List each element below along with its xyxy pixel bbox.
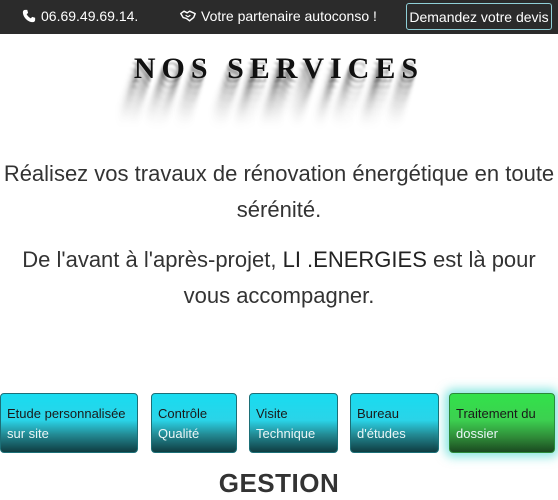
section-title-wrap: NOS SERVICES NOS SERVICES (0, 50, 558, 140)
service-controle-button[interactable]: Contrôle Qualité (151, 393, 237, 453)
service-visite-button[interactable]: Visite Technique (249, 393, 338, 453)
service-bureau-button[interactable]: Bureau d'études (350, 393, 439, 453)
service-label: Visite (256, 406, 288, 421)
gestion-heading: GESTION (218, 468, 340, 498)
service-label-2: dossier (456, 426, 498, 441)
section-title: NOS SERVICES (133, 52, 425, 85)
service-etude-button[interactable]: Etude personnalisée sur site (0, 393, 138, 453)
support-paragraph: De l'avant à l'après-projet, LI .ENERGIE… (0, 242, 558, 314)
service-label: Contrôle (158, 406, 208, 421)
service-label: Etude personnalisée (7, 406, 126, 421)
phone-icon (22, 9, 36, 23)
service-label-2: d'études (357, 426, 406, 441)
support-suffix: est là pour (433, 247, 536, 272)
brand-name: LI .ENERGIES (282, 247, 427, 272)
support-line-1: De l'avant à l'après-projet, LI .ENERGIE… (0, 242, 558, 278)
service-label-2: sur site (7, 426, 49, 441)
services-row: Etude personnalisée sur site Contrôle Qu… (0, 393, 558, 453)
service-label-2: Technique (256, 426, 316, 441)
tagline: Votre partenaire autoconso ! (180, 8, 377, 24)
top-bar: 06.69.49.69.14. Votre partenaire autocon… (0, 0, 558, 34)
request-quote-button[interactable]: Demandez votre devis (406, 3, 552, 30)
support-prefix: De l'avant à l'après-projet, (22, 247, 277, 272)
tagline-text: Votre partenaire autoconso ! (201, 8, 377, 24)
support-line-2: vous accompagner. (183, 283, 375, 308)
service-label: Traitement du (456, 406, 536, 421)
intro-line-1: Réalisez vos travaux de rénovation énerg… (3, 161, 555, 186)
phone-contact[interactable]: 06.69.49.69.14. (22, 8, 138, 24)
phone-number: 06.69.49.69.14. (41, 8, 139, 24)
service-label: Bureau (357, 406, 399, 421)
handshake-icon (180, 10, 196, 22)
intro-paragraph: Réalisez vos travaux de rénovation énerg… (0, 156, 558, 228)
service-traitement-button[interactable]: Traitement du dossier (449, 393, 555, 453)
service-label-2: Qualité (158, 426, 200, 441)
intro-line-2: sérénité. (236, 197, 322, 222)
